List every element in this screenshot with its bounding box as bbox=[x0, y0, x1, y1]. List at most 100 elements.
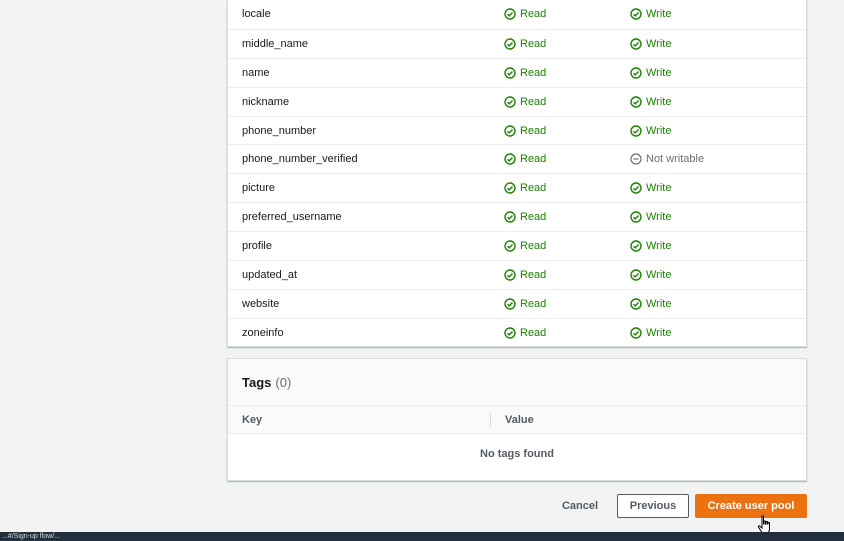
read-label: Read bbox=[520, 182, 547, 195]
attribute-row: profile Read Write bbox=[228, 231, 806, 260]
status-bar-text: ...#/Sign-up flow/... bbox=[2, 533, 60, 540]
status-positive-icon bbox=[630, 95, 642, 108]
status-positive-icon bbox=[504, 124, 516, 137]
read-label: Read bbox=[520, 37, 547, 50]
attribute-name: locale bbox=[242, 8, 271, 20]
write-permission: Write bbox=[630, 290, 671, 318]
write-label: Write bbox=[646, 211, 672, 224]
read-permission: Read bbox=[504, 117, 546, 145]
status-positive-icon bbox=[630, 182, 642, 195]
write-permission: Write bbox=[630, 203, 671, 231]
status-positive-icon bbox=[504, 240, 516, 252]
status-positive-icon bbox=[630, 298, 642, 310]
write-label: Write bbox=[646, 124, 672, 137]
status-positive-icon bbox=[630, 67, 642, 79]
read-permission: Read bbox=[504, 59, 546, 87]
write-permission: Write bbox=[630, 30, 671, 58]
read-permission: Read bbox=[504, 88, 546, 116]
read-permission: Read bbox=[504, 174, 546, 202]
read-permission: Read bbox=[504, 30, 546, 58]
status-positive-icon bbox=[504, 182, 516, 195]
attribute-name: website bbox=[242, 297, 280, 310]
write-permission: Write bbox=[630, 59, 671, 87]
write-permission: Write bbox=[630, 319, 671, 347]
status-positive-icon bbox=[630, 38, 642, 50]
write-permission: Write bbox=[630, 0, 671, 28]
attribute-name: picture bbox=[242, 182, 276, 195]
attribute-row: name Read Write bbox=[228, 57, 806, 87]
write-label: Write bbox=[646, 8, 672, 20]
attribute-name: nickname bbox=[242, 95, 290, 108]
empty-state-message: No tags found bbox=[480, 448, 554, 460]
attribute-name: zoneinfo bbox=[242, 326, 284, 339]
attribute-row: preferred_username Read Write bbox=[228, 202, 806, 231]
attribute-name: name bbox=[242, 66, 270, 79]
write-permission: Write bbox=[630, 261, 671, 289]
read-permission: Read bbox=[504, 0, 546, 28]
status-positive-icon bbox=[630, 124, 642, 137]
attribute-row: phone_number_verified Read Not writable bbox=[228, 144, 806, 173]
status-positive-icon bbox=[504, 38, 516, 50]
status-positive-icon bbox=[504, 67, 516, 79]
read-label: Read bbox=[520, 211, 547, 224]
status-positive-icon bbox=[504, 327, 516, 339]
write-label: Write bbox=[646, 182, 672, 195]
attribute-row: updated_at Read Write bbox=[228, 260, 806, 289]
read-permission: Read bbox=[504, 290, 546, 318]
previous-button[interactable]: Previous bbox=[617, 494, 689, 518]
write-permission: Not writable bbox=[630, 145, 704, 173]
read-label: Read bbox=[520, 66, 547, 79]
attribute-row: nickname Read Write bbox=[228, 86, 806, 116]
attribute-row: picture Read Write bbox=[228, 173, 806, 202]
write-permission: Write bbox=[630, 232, 671, 260]
create-user-pool-button[interactable]: Create user pool bbox=[695, 494, 807, 518]
attribute-name: middle_name bbox=[242, 37, 309, 50]
read-label: Read bbox=[520, 95, 547, 108]
status-positive-icon bbox=[504, 298, 516, 310]
status-positive-icon bbox=[630, 269, 642, 281]
attribute-row: website Read Write bbox=[228, 288, 806, 318]
attribute-row: middle_name Read Write bbox=[228, 28, 806, 58]
status-positive-icon bbox=[504, 95, 516, 108]
attribute-name: phone_number bbox=[242, 124, 317, 137]
status-positive-icon bbox=[630, 8, 642, 20]
read-permission: Read bbox=[504, 319, 546, 347]
read-label: Read bbox=[520, 326, 547, 339]
tags-panel: Tags (0) Key Value No tags found bbox=[227, 358, 807, 481]
attribute-row: zoneinfo Read Write bbox=[228, 317, 806, 347]
attribute-name: updated_at bbox=[242, 269, 298, 282]
attribute-row: locale Read Write bbox=[228, 0, 806, 29]
attribute-name: phone_number_verified bbox=[242, 153, 358, 166]
cancel-button[interactable]: Cancel bbox=[555, 494, 605, 518]
tags-title: Tags bbox=[242, 374, 272, 390]
read-permission: Read bbox=[504, 232, 546, 260]
column-divider[interactable] bbox=[490, 413, 491, 427]
attribute-name: preferred_username bbox=[242, 211, 342, 224]
write-label: Write bbox=[646, 297, 672, 310]
column-header-value[interactable]: Value bbox=[505, 406, 534, 434]
write-label: Write bbox=[646, 240, 672, 253]
attribute-permissions-table: locale Read Write middle_name Read Write name R… bbox=[227, 0, 807, 347]
status-positive-icon bbox=[504, 8, 516, 20]
status-positive-icon bbox=[504, 269, 516, 281]
status-positive-icon bbox=[630, 240, 642, 252]
status-stopped-icon bbox=[630, 153, 642, 166]
read-label: Read bbox=[520, 124, 547, 137]
column-header-key[interactable]: Key bbox=[242, 406, 262, 434]
attribute-row: phone_number Read Write bbox=[228, 115, 806, 145]
tags-count: (0) bbox=[275, 374, 292, 390]
tags-column-headers: Key Value bbox=[228, 406, 806, 434]
read-label: Read bbox=[520, 269, 547, 282]
read-permission: Read bbox=[504, 203, 546, 231]
read-label: Read bbox=[520, 297, 547, 310]
write-label: Write bbox=[646, 95, 672, 108]
status-positive-icon bbox=[630, 211, 642, 223]
write-label: Not writable bbox=[646, 153, 705, 166]
attribute-name: profile bbox=[242, 240, 272, 253]
read-permission: Read bbox=[504, 261, 546, 289]
status-positive-icon bbox=[504, 153, 516, 166]
tags-header: Tags (0) bbox=[228, 359, 806, 406]
write-label: Write bbox=[646, 66, 672, 79]
write-label: Write bbox=[646, 37, 672, 50]
status-bar: ...#/Sign-up flow/... bbox=[0, 532, 844, 541]
